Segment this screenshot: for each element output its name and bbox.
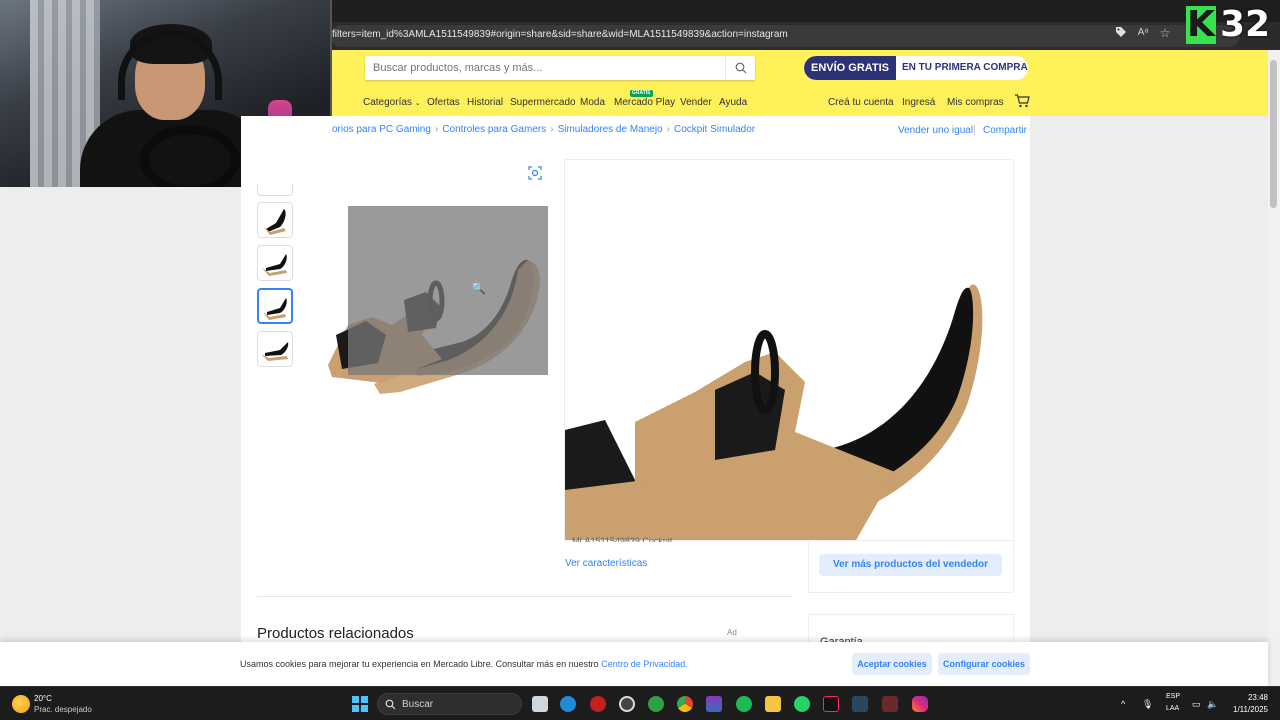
nav-ofertas[interactable]: Ofertas bbox=[427, 97, 460, 108]
thumbnail[interactable] bbox=[257, 184, 293, 196]
create-account-link[interactable]: Creá tu cuenta bbox=[828, 97, 894, 108]
logo-letter: K bbox=[1186, 4, 1216, 45]
see-features-link[interactable]: Ver características bbox=[565, 558, 647, 569]
app-icon-gray[interactable] bbox=[619, 696, 635, 712]
file-explorer-icon[interactable] bbox=[765, 696, 781, 712]
free-shipping-promo[interactable]: ENVÍO GRATIS EN TU PRIMERA COMPRA bbox=[804, 56, 1028, 80]
configure-cookies-button[interactable]: Configurar cookies bbox=[938, 653, 1030, 675]
temperature: 20°C bbox=[34, 694, 52, 703]
nav-categorias[interactable]: Categorías ⌄ bbox=[363, 97, 421, 108]
xbox-icon[interactable] bbox=[648, 696, 664, 712]
zoom-lens bbox=[348, 206, 548, 375]
nav-ayuda[interactable]: Ayuda bbox=[719, 97, 747, 108]
chevron-up-icon[interactable]: ^ bbox=[1121, 699, 1125, 709]
winrar-icon[interactable] bbox=[706, 696, 722, 712]
chrome-icon[interactable] bbox=[677, 696, 693, 712]
breadcrumb: orios para PC Gaming › Controles para Game… bbox=[332, 124, 756, 135]
nav-mercado-play[interactable]: Mercado Play bbox=[614, 97, 675, 108]
whatsapp-icon[interactable] bbox=[794, 696, 810, 712]
mercado-play-badge: GRATIS bbox=[630, 90, 653, 97]
breadcrumb-item[interactable]: Controles para Gamers bbox=[442, 124, 546, 135]
steam-icon[interactable] bbox=[852, 696, 868, 712]
network-icon[interactable]: ▭ bbox=[1192, 699, 1201, 710]
tag-icon[interactable] bbox=[1114, 26, 1128, 40]
my-purchases-link[interactable]: Mis compras bbox=[947, 97, 1004, 108]
language-indicator[interactable]: ESP bbox=[1166, 693, 1180, 700]
microphone-icon[interactable]: 🎙 bbox=[1142, 699, 1153, 710]
logo-number: 32 bbox=[1220, 4, 1271, 45]
sell-similar-link[interactable]: Vender uno igual bbox=[898, 125, 973, 136]
site-header: ENVÍO GRATIS EN TU PRIMERA COMPRA Catego… bbox=[332, 50, 1268, 116]
read-aloud-icon[interactable]: Aᵃ bbox=[1136, 26, 1150, 40]
share-link[interactable]: Compartir bbox=[983, 125, 1027, 136]
taskbar-search-label: Buscar bbox=[402, 699, 434, 710]
keyboard-layout[interactable]: LAA bbox=[1166, 705, 1179, 712]
game-app-icon[interactable] bbox=[882, 696, 898, 712]
breadcrumb-item[interactable]: Simuladores de Manejo bbox=[558, 124, 663, 135]
breadcrumb-item[interactable]: Cockpit Simulador bbox=[674, 124, 755, 135]
app-icon-red[interactable] bbox=[590, 696, 606, 712]
weather-description: Prac. despejado bbox=[34, 705, 92, 714]
divider bbox=[257, 596, 792, 597]
breadcrumb-item[interactable]: orios para PC Gaming bbox=[332, 124, 431, 135]
channel-logo: K 32 bbox=[1182, 4, 1278, 46]
cookie-banner: Usamos cookies para mejorar tu experienc… bbox=[0, 642, 1268, 686]
more-from-seller-button[interactable]: Ver más productos del vendedor bbox=[819, 554, 1002, 576]
thumbnail[interactable] bbox=[257, 331, 293, 367]
nav-supermercado[interactable]: Supermercado bbox=[510, 97, 576, 108]
accept-cookies-button[interactable]: Aceptar cookies bbox=[852, 653, 932, 675]
nav-moda[interactable]: Moda bbox=[580, 97, 605, 108]
fullscreen-zoom-icon[interactable] bbox=[527, 165, 543, 181]
cart-icon[interactable] bbox=[1014, 94, 1030, 108]
windows-taskbar: 20°C Prac. despejado Buscar ^ 🎙 ESP LAA … bbox=[0, 686, 1280, 720]
zoom-cursor-icon: 🔍 bbox=[471, 281, 486, 295]
spotify-icon[interactable] bbox=[736, 696, 752, 712]
login-link[interactable]: Ingresá bbox=[902, 97, 935, 108]
favorite-star-icon[interactable]: ☆ bbox=[1158, 26, 1172, 40]
tiktok-icon[interactable] bbox=[823, 696, 839, 712]
thumbnail[interactable] bbox=[257, 202, 293, 238]
instagram-icon[interactable] bbox=[912, 696, 928, 712]
start-button[interactable] bbox=[352, 696, 368, 712]
thumbnail[interactable] bbox=[257, 245, 293, 281]
zoomed-product-view bbox=[564, 159, 1014, 541]
clock-date[interactable]: 1/11/2025 bbox=[1226, 705, 1268, 714]
url-field[interactable]: filters=item_id%3AMLA1511549839#origin=s… bbox=[330, 25, 1240, 47]
taskbar-search[interactable]: Buscar bbox=[377, 693, 522, 715]
clock-time[interactable]: 23:48 bbox=[1240, 693, 1268, 702]
task-view-icon[interactable] bbox=[532, 696, 548, 712]
scrollbar-thumb[interactable] bbox=[1270, 60, 1277, 208]
ad-label: Ad bbox=[727, 628, 737, 637]
steering-wheel bbox=[140, 125, 240, 187]
cookie-message: Usamos cookies para mejorar tu experienc… bbox=[240, 659, 688, 669]
privacy-center-link[interactable]: Centro de Privacidad. bbox=[601, 659, 688, 669]
search-button[interactable] bbox=[725, 56, 755, 80]
volume-icon[interactable]: 🔈 bbox=[1207, 699, 1218, 710]
url-text: filters=item_id%3AMLA1511549839#origin=s… bbox=[332, 29, 788, 40]
search-icon bbox=[735, 62, 747, 74]
thumbnail-active[interactable] bbox=[257, 288, 293, 324]
related-products-heading: Productos relacionados bbox=[257, 625, 414, 642]
promo-strong: ENVÍO GRATIS bbox=[804, 56, 896, 80]
nav-historial[interactable]: Historial bbox=[467, 97, 503, 108]
chevron-down-icon: ⌄ bbox=[414, 100, 421, 107]
product-description-snippet: MLA1511549839 Cockpit bbox=[572, 536, 673, 542]
promo-light: EN TU PRIMERA COMPRA bbox=[902, 62, 1028, 73]
edge-browser-icon[interactable] bbox=[560, 696, 576, 712]
search-icon bbox=[385, 699, 396, 710]
weather-icon[interactable] bbox=[12, 695, 30, 713]
nav-vender[interactable]: Vender bbox=[680, 97, 712, 108]
search-bar bbox=[365, 56, 755, 80]
divider bbox=[974, 125, 975, 135]
browser-address-bar: filters=item_id%3AMLA1511549839#origin=s… bbox=[330, 22, 1280, 50]
search-input[interactable] bbox=[373, 62, 713, 74]
